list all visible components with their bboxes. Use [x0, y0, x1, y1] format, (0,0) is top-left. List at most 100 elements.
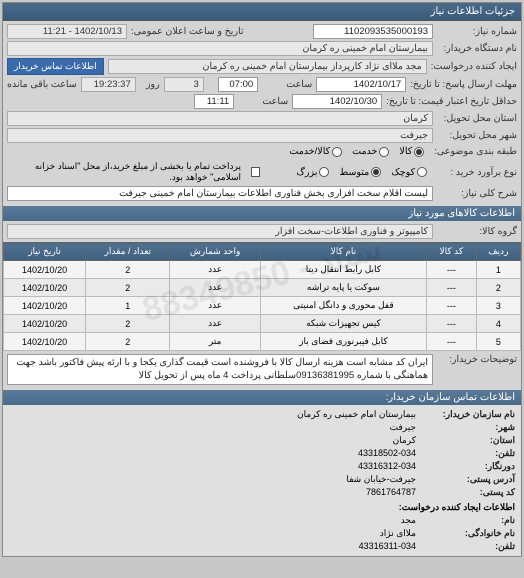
table-cell: کیس تجهیزات شبکه — [260, 315, 426, 333]
table-cell: عدد — [170, 261, 260, 279]
table-header: تعداد / مقدار — [86, 243, 170, 261]
table-cell: عدد — [170, 297, 260, 315]
contact-header: اطلاعات تماس سازمان خریدار: — [3, 390, 521, 405]
radio-medium[interactable] — [371, 167, 381, 177]
c-ctel: 43316311-034 — [359, 541, 416, 552]
c-lname: ملاای نژاد — [380, 528, 416, 539]
table-cell: 2 — [86, 279, 170, 297]
c-tel: 43318502-034 — [358, 448, 416, 459]
main-panel: جزئیات اطلاعات نیاز شماره نیاز: 11020935… — [2, 2, 522, 557]
table-cell: --- — [427, 297, 477, 315]
goods-group-value: کامپیوتر و فناوری اطلاعات-سخت افزار — [7, 224, 433, 239]
contact-section: نام سازمان خریدار: بیمارستان امام خمینی ر… — [3, 405, 521, 556]
table-cell: 1402/10/20 — [4, 333, 86, 351]
table-row[interactable]: 5---کابل فیبرنوری فضای بازمتر21402/10/20 — [4, 333, 521, 351]
c-state-label: استان: — [420, 435, 515, 446]
c-ctel-label: تلفن: — [420, 541, 515, 552]
delivery-state: کرمان — [7, 111, 433, 126]
hour-label-2: ساعت — [238, 96, 288, 107]
table-row[interactable]: 2---سوکت یا پایه تراشهعدد21402/10/20 — [4, 279, 521, 297]
c-org-label: نام سازمان خریدار: — [420, 409, 515, 420]
delivery-state-label: استان محل تحویل: — [437, 113, 517, 124]
table-row[interactable]: 1---کابل رابط انتقال دیتاعدد21402/10/20 — [4, 261, 521, 279]
desc-value: لیست اقلام سخت افزاری بخش فناوری اطلاعات… — [7, 186, 433, 201]
radio-large[interactable] — [319, 167, 329, 177]
radio-service-label: خدمت — [352, 146, 377, 157]
table-cell: متر — [170, 333, 260, 351]
validity-date: 1402/10/30 — [292, 94, 382, 109]
radio-goods-service[interactable] — [332, 147, 342, 157]
table-cell: 1402/10/20 — [4, 297, 86, 315]
explain-label: توضیحات خریدار: — [437, 354, 517, 365]
table-cell: 2 — [86, 333, 170, 351]
table-cell: 2 — [86, 315, 170, 333]
table-header: کد کالا — [427, 243, 477, 261]
c-fname-label: نام: — [420, 515, 515, 526]
table-cell: 1402/10/20 — [4, 261, 86, 279]
table-cell: 2 — [86, 261, 170, 279]
public-time-value: 1402/10/13 - 11:21 — [7, 24, 127, 39]
table-header: ردیف — [476, 243, 520, 261]
table-cell: 1 — [86, 297, 170, 315]
table-cell: عدد — [170, 315, 260, 333]
remain-day-label: روز — [140, 79, 160, 90]
radio-small[interactable] — [417, 167, 427, 177]
c-state: کرمان — [393, 435, 416, 446]
radio-lease-label: کالا/خدمت — [289, 146, 330, 157]
table-header: واحد شمارش — [170, 243, 260, 261]
goods-group-label: گروه کالا: — [437, 226, 517, 237]
c-addr: جیرفت-خیابان شفا — [346, 474, 416, 485]
radio-goods-label: کالا — [399, 146, 412, 157]
creator-header: اطلاعات ایجاد کننده درخواست: — [399, 502, 515, 513]
radio-goods[interactable] — [414, 147, 424, 157]
table-row[interactable]: 3---قفل محوری و دانگل امنیتیعدد11402/10/… — [4, 297, 521, 315]
c-fax-label: دورنگار: — [420, 461, 515, 472]
panel-header: جزئیات اطلاعات نیاز — [3, 3, 521, 21]
desc-label: شرح کلی نیاز: — [437, 188, 517, 199]
delivery-city-label: شهر محل تحویل: — [437, 130, 517, 141]
c-org: بیمارستان امام خمینی ره کرمان — [297, 409, 416, 420]
buyer-org-value: بیمارستان امام خمینی ره کرمان — [7, 41, 433, 56]
c-lname-label: نام خانوادگی: — [420, 528, 515, 539]
req-no-label: شماره نیاز: — [437, 26, 517, 37]
requester-value: مجد ملاای نژاد کارپرداز بیمارستان امام خ… — [108, 59, 427, 74]
table-cell: 5 — [476, 333, 520, 351]
treasury-note: پرداخت تمام یا بخشی از مبلغ خرید،از محل … — [7, 161, 241, 183]
table-row[interactable]: 4---کیس تجهیزات شبکهعدد21402/10/20 — [4, 315, 521, 333]
req-no-value: 1102093535000193 — [313, 24, 433, 39]
c-fax: 43316312-034 — [358, 461, 416, 472]
table-cell: کابل رابط انتقال دیتا — [260, 261, 426, 279]
table-cell: 1402/10/20 — [4, 279, 86, 297]
table-cell: --- — [427, 333, 477, 351]
table-header: نام کالا — [260, 243, 426, 261]
table-cell: --- — [427, 279, 477, 297]
c-tel-label: تلفن: — [420, 448, 515, 459]
table-cell: --- — [427, 315, 477, 333]
table-cell: 1402/10/20 — [4, 315, 86, 333]
treasury-checkbox[interactable] — [251, 167, 260, 177]
goods-table: ردیفکد کالانام کالاواحد شمارشتعداد / مقد… — [3, 242, 521, 351]
requester-label: ایجاد کننده درخواست: — [431, 61, 517, 72]
table-cell: کابل فیبرنوری فضای باز — [260, 333, 426, 351]
deadline-time: 07:00 — [218, 77, 258, 92]
buyer-contact-button[interactable]: اطلاعات تماس خریدار — [7, 58, 104, 75]
table-cell: عدد — [170, 279, 260, 297]
remain-time: 19:23:37 — [81, 77, 136, 92]
radio-service[interactable] — [379, 147, 389, 157]
c-post: 7861764787 — [366, 487, 416, 498]
remain-days: 3 — [164, 77, 204, 92]
radio-medium-label: متوسط — [339, 167, 369, 178]
table-cell: سوکت یا پایه تراشه — [260, 279, 426, 297]
c-fname: مجد — [401, 515, 416, 526]
delivery-city: جیرفت — [7, 128, 433, 143]
remain-label: ساعت باقی مانده — [7, 79, 77, 90]
table-cell: 2 — [476, 279, 520, 297]
goods-header: اطلاعات کالاهای مورد نیاز — [3, 206, 521, 221]
radio-large-label: بزرگ — [296, 167, 317, 178]
c-city-label: شهر: — [420, 422, 515, 433]
validity-label: حداقل تاریخ اعتبار قیمت: تا تاریخ: — [386, 96, 517, 107]
table-cell: --- — [427, 261, 477, 279]
c-addr-label: آدرس پستی: — [420, 474, 515, 485]
table-header: تاریخ نیاز — [4, 243, 86, 261]
deadline-date: 1402/10/17 — [316, 77, 406, 92]
